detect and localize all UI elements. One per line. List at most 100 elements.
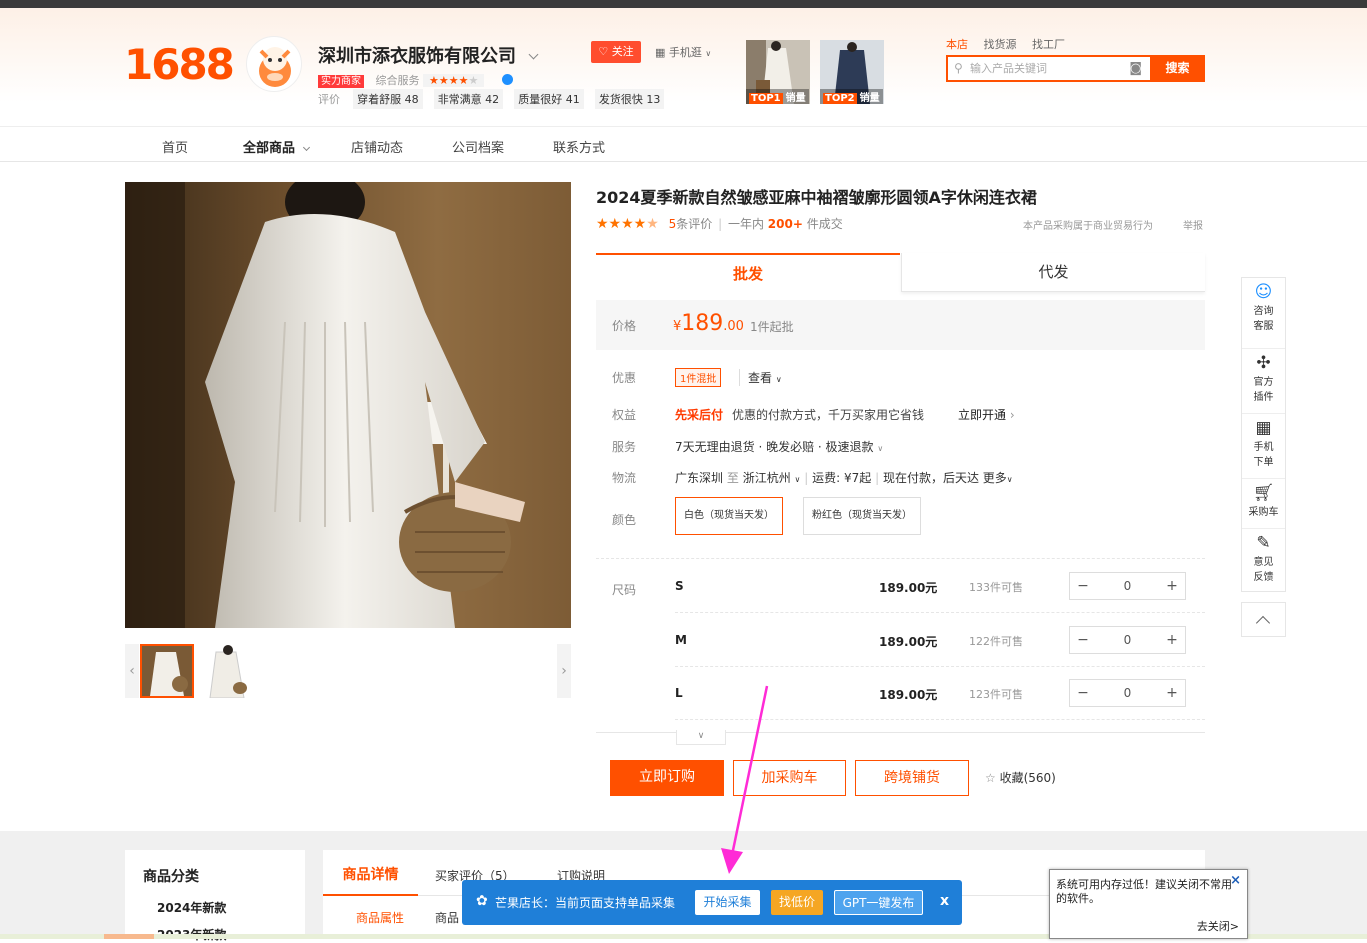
purchase-mode-tabs: 批发 代发 bbox=[596, 253, 1205, 292]
category-item[interactable]: 2024年新款 bbox=[157, 899, 226, 916]
rating-label: 评价 bbox=[318, 93, 340, 106]
chevron-up-icon bbox=[1255, 615, 1271, 631]
logistics-info[interactable]: 广东深圳 至 浙江杭州 ∨ | 运费: ¥7起 | 现在付款，后天达 更多∨ bbox=[675, 469, 1013, 486]
product-title: 2024夏季新款自然皱感亚麻中袖褶皱廓形圆领A字休闲连衣裙 bbox=[596, 188, 1037, 207]
thumb-next-button[interactable]: › bbox=[557, 644, 571, 698]
browser-top-strip bbox=[0, 0, 1367, 8]
service-label: 服务 bbox=[612, 440, 637, 454]
gpt-publish-button[interactable]: GPT一键发布 bbox=[834, 890, 923, 915]
camera-icon[interactable]: ◙ bbox=[1129, 57, 1142, 80]
subtab-attributes[interactable]: 商品属性 bbox=[356, 909, 404, 926]
product-main-image[interactable] bbox=[125, 182, 571, 628]
plus-button[interactable]: + bbox=[1159, 573, 1185, 599]
price-box: 价格 ¥189.00 1件起批 bbox=[596, 300, 1205, 350]
top2-product-thumb[interactable]: TOP2 销量 bbox=[820, 40, 884, 104]
shop-nav: 首页 全部商品 店铺动态 公司档案 联系方式 bbox=[0, 126, 1367, 162]
rating-chip: 发货很快 13 bbox=[594, 89, 665, 109]
qr-code-icon: ▦ bbox=[1255, 418, 1272, 438]
size-stock: 123件可售 bbox=[969, 688, 1023, 701]
tab-wholesale[interactable]: 批发 bbox=[596, 253, 900, 292]
minus-button[interactable]: − bbox=[1070, 680, 1096, 706]
notice-close-button[interactable]: × bbox=[1230, 874, 1241, 888]
report-link[interactable]: 举报 bbox=[1183, 217, 1203, 232]
nav-shop-news[interactable]: 店铺动态 bbox=[351, 137, 403, 156]
size-label: 尺码 bbox=[612, 583, 637, 597]
sidebar-item-plugin[interactable]: ✣ 官方插件 bbox=[1242, 348, 1285, 405]
size-name: M bbox=[675, 633, 687, 647]
tab-product-detail[interactable]: 商品详情 bbox=[323, 864, 418, 896]
thumbnail-1[interactable] bbox=[140, 644, 194, 698]
rating-stars: ★★★★★ bbox=[596, 216, 659, 232]
moq: 1件起批 bbox=[750, 320, 794, 334]
annotation-arrow bbox=[721, 685, 769, 874]
quantity-stepper: − 0 + bbox=[1069, 679, 1186, 707]
size-stock: 122件可售 bbox=[969, 635, 1023, 648]
sidebar-item-service[interactable]: ☺ 咨询客服 bbox=[1242, 283, 1285, 334]
back-to-top-button[interactable] bbox=[1241, 602, 1286, 637]
plugin-message: 芒果店长：当前页面支持单品采集 bbox=[495, 896, 676, 910]
find-low-price-button[interactable]: 找低价 bbox=[771, 890, 823, 915]
page-bottom-mark bbox=[104, 934, 154, 939]
service-stars: ★★★★★ bbox=[423, 74, 485, 87]
search-tab-shop[interactable]: 本店 bbox=[946, 38, 968, 51]
site-logo[interactable]: 1688 bbox=[124, 40, 235, 89]
nav-contact[interactable]: 联系方式 bbox=[553, 137, 605, 156]
search-placeholder: 输入产品关键词 bbox=[970, 62, 1047, 75]
color-label: 颜色 bbox=[612, 513, 637, 527]
top1-product-thumb[interactable]: TOP1 销量 bbox=[746, 40, 810, 104]
image-thumbnails: ‹ › bbox=[125, 644, 571, 698]
sidebar-item-mobile-order[interactable]: ▦ 手机下单 bbox=[1242, 413, 1285, 470]
rights-label: 权益 bbox=[612, 408, 637, 422]
crossborder-button[interactable]: 跨境铺货 bbox=[855, 760, 969, 796]
color-option-pink[interactable]: 粉红色（现货当天发） bbox=[803, 497, 921, 535]
notice-action-link[interactable]: 去关闭> bbox=[1197, 920, 1239, 934]
size-price: 189.00元 bbox=[879, 581, 938, 595]
start-collect-button[interactable]: 开始采集 bbox=[695, 890, 760, 915]
favorite-button[interactable]: ☆ 收藏(560) bbox=[985, 769, 1056, 786]
size-stock: 133件可售 bbox=[969, 581, 1023, 594]
search-tab-supply[interactable]: 找货源 bbox=[984, 38, 1017, 51]
follow-button[interactable]: ♡ 关注 bbox=[591, 41, 641, 63]
mobile-label: 手机逛 bbox=[668, 46, 702, 59]
search-tab-factory[interactable]: 找工厂 bbox=[1032, 38, 1065, 51]
thumb-prev-button[interactable]: ‹ bbox=[125, 644, 139, 698]
plus-button[interactable]: + bbox=[1159, 680, 1185, 706]
nav-home[interactable]: 首页 bbox=[162, 137, 188, 156]
size-name: L bbox=[675, 686, 683, 700]
nav-all-products[interactable]: 全部商品 bbox=[243, 137, 310, 156]
company-name[interactable]: 深圳市添衣服饰有限公司 bbox=[318, 42, 539, 68]
mobile-browse-link[interactable]: ▦ 手机逛 ∨ bbox=[655, 44, 711, 60]
shop-avatar[interactable] bbox=[246, 36, 302, 92]
nav-company-profile[interactable]: 公司档案 bbox=[452, 137, 504, 156]
shop-badges: 实力商家 综合服务 ★★★★★ bbox=[318, 72, 513, 88]
quantity-input[interactable]: 0 bbox=[1096, 680, 1159, 706]
subtab-product[interactable]: 商品 bbox=[435, 909, 459, 926]
color-option-white[interactable]: 白色（现货当天发） bbox=[675, 497, 783, 535]
search-button[interactable]: 搜索 bbox=[1150, 55, 1205, 82]
rights-activate-link[interactable]: 立即开通 › bbox=[958, 406, 1015, 423]
top2-label: TOP2 销量 bbox=[820, 89, 883, 104]
review-suffix: 条评价 bbox=[676, 217, 713, 231]
tab-dropship[interactable]: 代发 bbox=[901, 253, 1205, 292]
promo-view-link[interactable]: 查看 ∨ bbox=[739, 369, 782, 386]
chevron-down-icon bbox=[302, 143, 310, 152]
chevron-down-icon[interactable] bbox=[528, 49, 539, 60]
quantity-input[interactable]: 0 bbox=[1096, 627, 1159, 653]
sales-count: 200+ bbox=[767, 217, 803, 231]
minus-button[interactable]: − bbox=[1070, 627, 1096, 653]
price-label: 价格 bbox=[612, 319, 637, 333]
plugin-close-button[interactable]: x bbox=[940, 893, 949, 909]
plus-button[interactable]: + bbox=[1159, 627, 1185, 653]
sidebar-item-cart[interactable]: 🛒︎ 采购车 bbox=[1242, 478, 1285, 520]
service-text[interactable]: 7天无理由退货 · 晚发必赔 · 极速退款 ∨ bbox=[675, 438, 883, 455]
puzzle-icon: ✣ bbox=[1256, 353, 1271, 373]
thumbnail-2[interactable] bbox=[208, 644, 262, 698]
size-name: S bbox=[675, 579, 684, 593]
order-now-button[interactable]: 立即订购 bbox=[610, 760, 724, 796]
minus-button[interactable]: − bbox=[1070, 573, 1096, 599]
follow-label: 关注 bbox=[611, 45, 634, 58]
quantity-input[interactable]: 0 bbox=[1096, 573, 1159, 599]
search-input[interactable]: ⚲ 输入产品关键词 ◙ bbox=[946, 55, 1150, 82]
rating-chip: 穿着舒服 48 bbox=[353, 89, 423, 109]
sidebar-item-feedback[interactable]: ✎ 意见反馈 bbox=[1242, 528, 1285, 585]
